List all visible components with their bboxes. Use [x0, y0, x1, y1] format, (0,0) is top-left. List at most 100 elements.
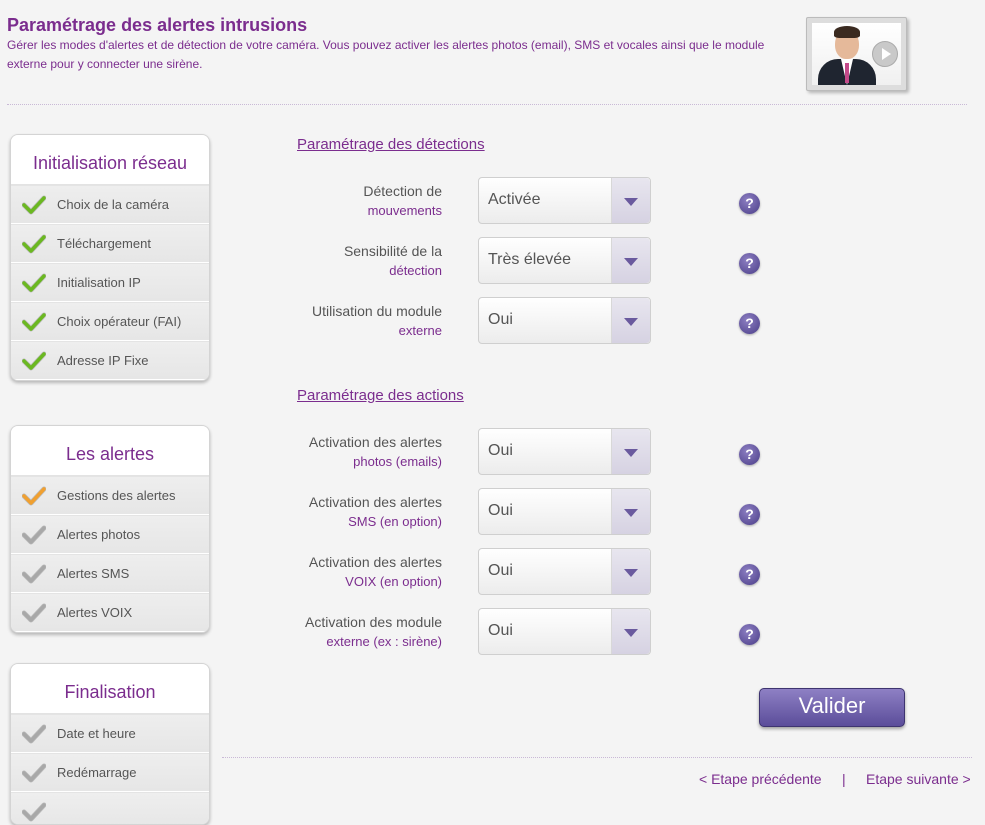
validate-button[interactable]: Valider	[759, 688, 905, 727]
checkmark-icon	[11, 312, 57, 332]
setting-label: Activation des alertes photos (emails)	[280, 433, 442, 471]
setting-label-line2: externe (ex : sirène)	[326, 634, 442, 649]
chevron-down-icon[interactable]	[611, 429, 650, 474]
select-value: Oui	[488, 622, 513, 639]
setting-row-alertes-photos: Activation des alertes photos (emails) Ou…	[280, 428, 780, 476]
setting-label-line1: Activation des module	[305, 614, 442, 630]
footer-divider	[222, 757, 972, 758]
checkmark-icon	[11, 763, 57, 783]
setting-label-line2: VOIX (en option)	[345, 574, 442, 589]
help-icon[interactable]: ?	[739, 444, 760, 465]
help-icon[interactable]: ?	[739, 313, 760, 334]
header-divider	[7, 104, 967, 105]
panel-title: Les alertes	[11, 426, 209, 476]
step-item[interactable]: Initialisation IP	[11, 263, 209, 302]
step-item[interactable]: Choix opérateur (FAI)	[11, 302, 209, 341]
help-icon[interactable]: ?	[739, 504, 760, 525]
step-label: Choix opérateur (FAI)	[57, 314, 182, 329]
checkmark-icon	[11, 564, 57, 584]
setting-label-line2: SMS (en option)	[348, 514, 442, 529]
setting-label-line2: externe	[398, 323, 442, 338]
setting-label: Activation des alertes SMS (en option)	[280, 493, 442, 531]
alertes-sms-select[interactable]: Oui	[478, 488, 651, 535]
setting-row-alertes-voix: Activation des alertes VOIX (en option) O…	[280, 548, 780, 596]
alertes-voix-select[interactable]: Oui	[478, 548, 651, 595]
alertes-photos-select[interactable]: Oui	[478, 428, 651, 475]
step-item[interactable]: Date et heure	[11, 714, 209, 753]
step-item[interactable]: Téléchargement	[11, 224, 209, 263]
help-icon[interactable]: ?	[739, 193, 760, 214]
checkmark-icon	[11, 486, 57, 506]
chevron-down-icon[interactable]	[611, 609, 650, 654]
tutorial-video-thumbnail[interactable]	[806, 17, 907, 91]
help-icon[interactable]: ?	[739, 253, 760, 274]
checkmark-icon	[11, 195, 57, 215]
panel-title: Initialisation réseau	[11, 135, 209, 185]
step-label: Gestions des alertes	[57, 488, 176, 503]
panel-initialisation-reseau: Initialisation réseau Choix de la caméra…	[10, 134, 210, 381]
detection-select[interactable]: Activée	[478, 177, 651, 224]
panel-les-alertes: Les alertes Gestions des alertes Alertes…	[10, 425, 210, 633]
sensibilite-select[interactable]: Très élevée	[478, 237, 651, 284]
step-label: Adresse IP Fixe	[57, 353, 149, 368]
checkmark-icon	[11, 351, 57, 371]
select-value: Activée	[488, 191, 541, 208]
step-item[interactable]: Adresse IP Fixe	[11, 341, 209, 380]
presenter-hair	[834, 26, 860, 38]
step-label: Téléchargement	[57, 236, 151, 251]
help-icon[interactable]: ?	[739, 624, 760, 645]
step-item[interactable]: Gestions des alertes	[11, 476, 209, 515]
page-title: Paramétrage des alertes intrusions	[7, 15, 308, 35]
page-header: Paramétrage des alertes intrusions Gérer…	[7, 14, 807, 74]
setting-label-line1: Utilisation du module	[312, 303, 442, 319]
checkmark-icon	[11, 234, 57, 254]
chevron-down-icon[interactable]	[611, 238, 650, 283]
setting-label-line1: Détection de	[363, 183, 442, 199]
setting-label-line1: Activation des alertes	[308, 554, 442, 570]
step-label: Redémarrage	[57, 765, 137, 780]
select-value: Oui	[488, 442, 513, 459]
nav-separator: |	[842, 771, 846, 787]
module-sirene-select[interactable]: Oui	[478, 608, 651, 655]
setting-row-detection: Détection de mouvements Activée ?	[280, 177, 780, 225]
setting-label-line2: photos (emails)	[353, 454, 442, 469]
chevron-down-icon[interactable]	[611, 549, 650, 594]
setting-label-line1: Activation des alertes	[308, 434, 442, 450]
step-item[interactable]: Alertes photos	[11, 515, 209, 554]
play-icon[interactable]	[872, 41, 898, 67]
chevron-down-icon[interactable]	[611, 489, 650, 534]
setting-row-alertes-sms: Activation des alertes SMS (en option) Ou…	[280, 488, 780, 536]
step-label: Alertes photos	[57, 527, 141, 542]
step-item[interactable]: Alertes SMS	[11, 554, 209, 593]
step-item[interactable]: Alertes VOIX	[11, 593, 209, 632]
module-externe-select[interactable]: Oui	[478, 297, 651, 344]
step-item[interactable]: Choix de la caméra	[11, 185, 209, 224]
page-description: Gérer les modes d'alertes et de détectio…	[7, 38, 765, 71]
select-value: Oui	[488, 311, 513, 328]
chevron-down-icon[interactable]	[611, 178, 650, 223]
panel-finalisation: Finalisation Date et heure Redémarrage	[10, 663, 210, 825]
help-icon[interactable]: ?	[739, 564, 760, 585]
select-value: Très élevée	[488, 251, 571, 268]
section-title-detections: Paramétrage des détections	[297, 136, 485, 153]
chevron-down-icon[interactable]	[611, 298, 650, 343]
step-item[interactable]: Redémarrage	[11, 753, 209, 792]
video-screen[interactable]	[812, 23, 901, 85]
setting-label: Sensibilité de la détection	[280, 242, 442, 280]
step-item[interactable]	[11, 792, 209, 824]
checkmark-icon	[11, 724, 57, 744]
setting-label-line1: Activation des alertes	[308, 494, 442, 510]
next-step-link[interactable]: Etape suivante >	[866, 771, 971, 787]
setting-row-module-sirene: Activation des module externe (ex : sirèn…	[280, 608, 780, 656]
setting-label: Utilisation du module externe	[280, 302, 442, 340]
setting-label-line1: Sensibilité de la	[343, 243, 442, 259]
select-value: Oui	[488, 562, 513, 579]
checkmark-icon	[11, 273, 57, 293]
checkmark-icon	[11, 603, 57, 623]
step-label: Choix de la caméra	[57, 197, 169, 212]
setting-row-sensibilite: Sensibilité de la détection Très élevée ?	[280, 237, 780, 285]
setting-label-line2: détection	[389, 263, 442, 278]
previous-step-link[interactable]: < Etape précédente	[699, 771, 822, 787]
panel-title: Finalisation	[11, 664, 209, 714]
setting-label: Détection de mouvements	[280, 182, 442, 220]
